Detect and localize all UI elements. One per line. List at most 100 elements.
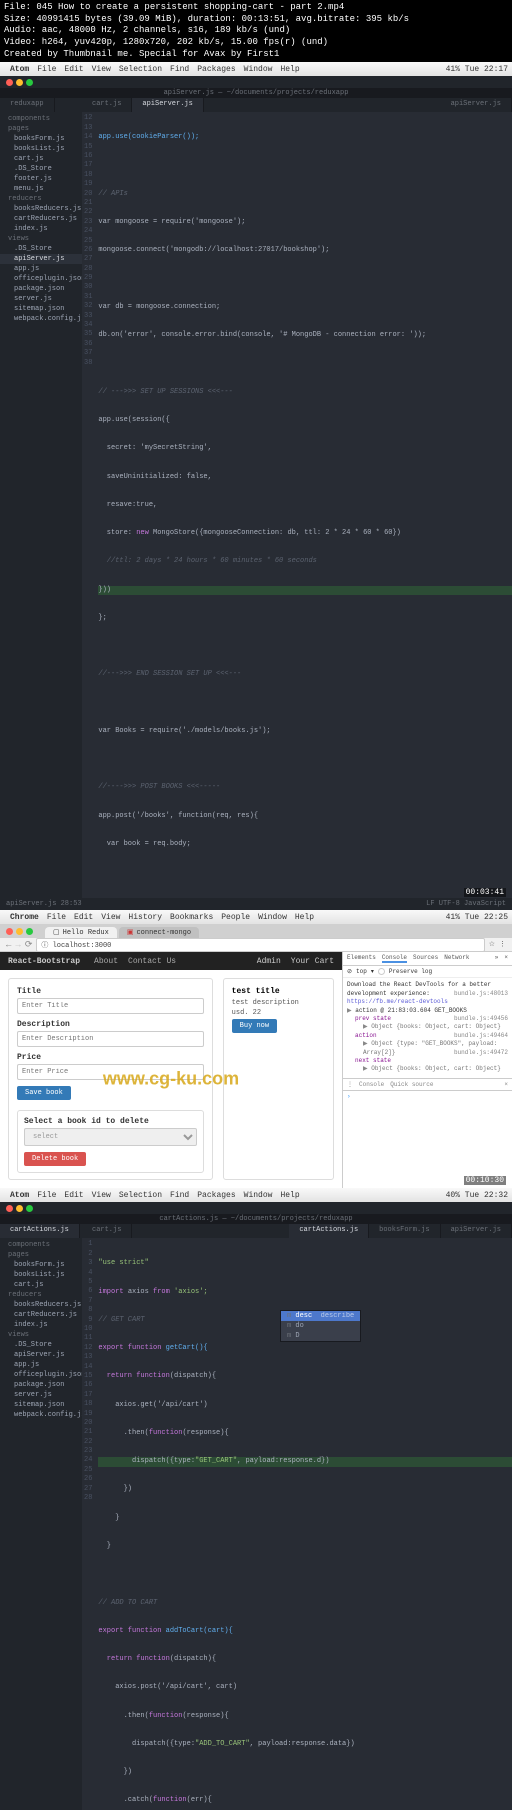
nav-contact[interactable]: Contact Us [128,957,176,966]
title-input[interactable] [17,998,204,1014]
desc-input[interactable] [17,1031,204,1047]
file[interactable]: cart.js [0,154,82,164]
nav-admin[interactable]: Admin [257,957,281,966]
cart-item-desc: test description [232,999,325,1007]
select-label: Select a book id to delete [24,1117,197,1126]
file[interactable]: .DS_Store [0,164,82,174]
nav-about[interactable]: About [94,957,118,966]
file-tree[interactable]: components pages booksForm.js booksList.… [0,112,82,898]
macos-menubar-3[interactable]: Atom File Edit View Selection Find Packa… [0,1188,512,1202]
file[interactable]: footer.js [0,174,82,184]
tab-right-booksform[interactable]: booksForm.js [369,1224,440,1238]
menubar-status: 41% Tue 22:17 [446,65,508,74]
cart-item-title: test title [232,987,325,996]
devtools-tabs[interactable]: Elements Console Sources Network » × [343,952,512,966]
file[interactable]: booksForm.js [0,134,82,144]
file[interactable]: booksReducers.js [0,204,82,214]
desc-label: Description [17,1020,204,1029]
file[interactable]: sitemap.json [0,304,82,314]
folder[interactable]: views [0,234,82,244]
file-tree[interactable]: components pages booksForm.js booksList.… [0,1238,82,1810]
devtools-filter[interactable]: ⊘ top▾ Preserve log [343,966,512,978]
navbar-brand[interactable]: React-Bootstrap [8,957,80,966]
forward-icon[interactable]: → [15,940,20,950]
menu-file[interactable]: File [37,65,56,74]
book-form-panel: Title Description Price Save book Select… [8,978,213,1180]
macos-menubar-2[interactable]: Chrome File Edit View History Bookmarks … [0,910,512,924]
folder[interactable]: reducers [0,194,82,204]
browser-tab[interactable]: ▣connect-mongo [119,927,199,938]
tab-cart[interactable]: cart.js [82,1224,132,1238]
autocomplete-popup[interactable]: m desc describe m do m D [280,1310,361,1342]
tab-apiserver[interactable]: apiServer.js [132,98,203,112]
menu-packages[interactable]: Packages [197,65,235,74]
browser-tab-active[interactable]: ▢Hello Redux [45,927,117,938]
reload-icon[interactable]: ⟳ [25,940,33,950]
buy-button[interactable]: Buy now [232,1019,277,1033]
file[interactable]: package.json [0,284,82,294]
project-tab[interactable]: reduxapp [0,98,55,112]
cart-panel: test title test description usd. 22 Buy … [223,978,334,1180]
tab-right-pane[interactable]: apiServer.js [441,98,512,112]
file[interactable]: officeplugin.json [0,274,82,284]
menubar-status: 40% Tue 22:32 [446,1191,508,1200]
app-name[interactable]: Atom [10,65,29,74]
code-content[interactable]: app.use(cookieParser()); // APIs var mon… [98,112,512,898]
file[interactable]: webpack.config.js [0,314,82,324]
nav-cart[interactable]: Your Cart [291,957,334,966]
menu-help[interactable]: Help [280,65,299,74]
menu-selection[interactable]: Selection [119,65,162,74]
traffic-lights[interactable] [0,925,39,938]
folder[interactable]: components [0,114,82,124]
console-output[interactable]: Download the React DevTools for a better… [343,978,512,1078]
address-input[interactable]: ⓘ localhost:3000 [36,938,484,952]
app-name[interactable]: Atom [10,1191,29,1200]
autocomplete-item[interactable]: m desc describe [281,1311,360,1321]
timecode: 00:10:30 [464,1176,506,1185]
menu-find[interactable]: Find [170,65,189,74]
video-file-info: File: 045 How to create a persistent sho… [0,0,512,62]
price-label: Price [17,1053,204,1062]
file[interactable]: server.js [0,294,82,304]
devtools-panel[interactable]: Elements Console Sources Network » × ⊘ t… [342,952,512,1188]
autocomplete-item[interactable]: m do [281,1321,360,1331]
tab-cart[interactable]: cart.js [82,98,132,112]
menu-view[interactable]: View [92,65,111,74]
traffic-lights[interactable] [0,76,39,89]
menu-window[interactable]: Window [244,65,273,74]
dt-clear-icon[interactable]: ⊘ [347,968,352,975]
file[interactable]: .DS_Store [0,244,82,254]
price-input[interactable] [17,1064,204,1080]
timecode: 00:03:41 [464,888,506,897]
menu-icon[interactable]: ⋮ [499,940,506,949]
file[interactable]: menu.js [0,184,82,194]
line-gutter: 1213141516171819202122232425262728293031… [82,112,98,898]
traffic-lights[interactable] [0,1202,39,1215]
dt-tab-sources[interactable]: Sources [413,954,438,963]
save-button[interactable]: Save book [17,1086,71,1100]
star-icon[interactable]: ☆ [489,940,495,949]
dt-tab-console[interactable]: Console [382,954,407,963]
file[interactable]: index.js [0,224,82,234]
back-icon[interactable]: ← [6,940,11,950]
file[interactable]: cartReducers.js [0,214,82,224]
file-active[interactable]: apiServer.js [0,254,82,264]
book-select[interactable]: select [24,1128,197,1146]
code-editor[interactable]: 1213141516171819202122232425262728293031… [82,112,512,898]
autocomplete-item[interactable]: m D [281,1331,360,1341]
devtools-drawer-tabs[interactable]: ⋮ Console Quick source × [343,1078,512,1090]
menu-edit[interactable]: Edit [64,65,83,74]
app-navbar: React-Bootstrap About Contact Us Admin Y… [0,952,342,970]
delete-button[interactable]: Delete book [24,1152,86,1166]
dt-tab-network[interactable]: Network [444,954,469,963]
macos-menubar[interactable]: Atom File Edit View Selection Find Packa… [0,62,512,76]
tab-cartactions[interactable]: cartActions.js [0,1224,80,1238]
tab-right-cartactions[interactable]: cartActions.js [289,1224,369,1238]
dt-tab-elements[interactable]: Elements [347,954,376,963]
dt-close-icon[interactable]: × [504,954,508,963]
folder[interactable]: pages [0,124,82,134]
file[interactable]: booksList.js [0,144,82,154]
file[interactable]: app.js [0,264,82,274]
app-name[interactable]: Chrome [10,913,39,922]
tab-right-apiserver[interactable]: apiServer.js [441,1224,512,1238]
